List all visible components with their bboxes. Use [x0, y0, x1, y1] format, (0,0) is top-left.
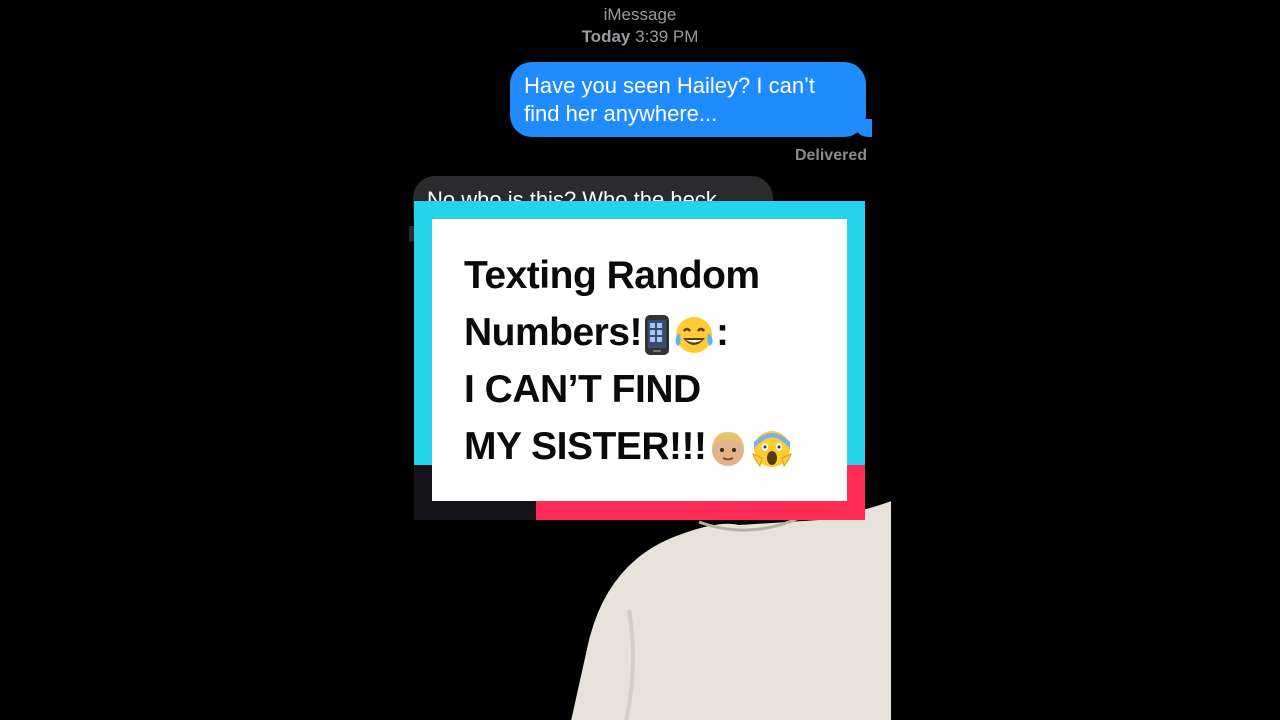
mobile-phone-icon — [645, 314, 670, 355]
title-card: Texting Random Numbers!: I CAN’T FIND MY… — [432, 219, 847, 501]
title-line-1: Texting Random — [464, 254, 760, 297]
tears-of-joy-icon — [675, 316, 713, 353]
timestamp-time: 3:39 PM — [635, 27, 699, 46]
letterbox-left — [0, 0, 389, 720]
title-line-2: Numbers!: — [464, 304, 847, 361]
outgoing-message-bubble[interactable]: Have you seen Hailey? I can’t find her a… — [510, 62, 872, 137]
thread-header: iMessage Today 3:39 PM — [389, 4, 891, 48]
timestamp-day: Today — [581, 27, 631, 46]
service-label: iMessage — [603, 5, 677, 24]
title-line-4: MY SISTER!!! — [464, 418, 847, 475]
title-line-2-text: Numbers! — [464, 311, 643, 354]
title-line-4-text: MY SISTER!!! — [464, 425, 707, 468]
outgoing-message-text: Have you seen Hailey? I can’t find her a… — [524, 73, 816, 126]
screaming-face-icon — [752, 430, 793, 467]
title-line-2-suffix: : — [716, 311, 729, 354]
video-frame: iMessage Today 3:39 PM Have you seen Hai… — [0, 0, 1280, 720]
child-icon — [712, 431, 745, 466]
letterbox-right — [891, 0, 1280, 720]
title-line-3: I CAN’T FIND — [464, 368, 701, 411]
delivered-status: Delivered — [794, 147, 867, 164]
person-in-white-shirt — [571, 490, 891, 720]
timestamp: Today 3:39 PM — [389, 26, 891, 48]
